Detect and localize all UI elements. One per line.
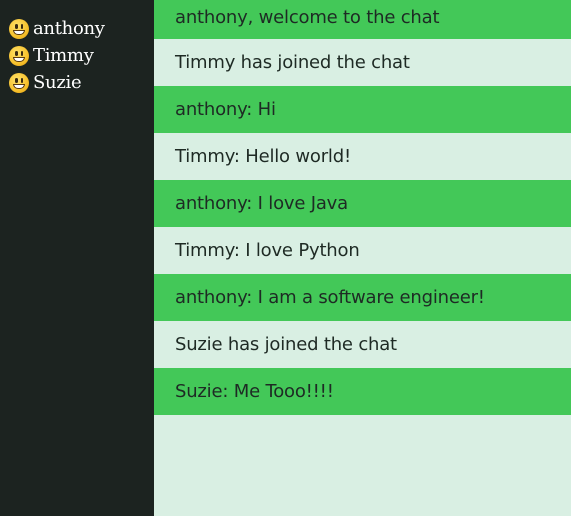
- user-item-timmy[interactable]: Timmy: [9, 42, 154, 69]
- chat-app: anthony Timmy Suzie anthony, welcome to …: [0, 0, 571, 516]
- chat-message: Suzie: Me Tooo!!!!: [154, 368, 571, 415]
- chat-message: anthony: I am a software engineer!: [154, 274, 571, 321]
- chat-message: Suzie has joined the chat: [154, 321, 571, 368]
- user-item-suzie[interactable]: Suzie: [9, 69, 154, 96]
- grinning-face-icon: [9, 45, 29, 66]
- user-name: Suzie: [33, 72, 82, 93]
- user-item-anthony[interactable]: anthony: [9, 15, 154, 42]
- chat-message: anthony: I love Java: [154, 180, 571, 227]
- chat-message: anthony: Hi: [154, 86, 571, 133]
- chat-message-list: anthony, welcome to the chat Timmy has j…: [154, 0, 571, 516]
- user-name: Timmy: [33, 45, 94, 66]
- grinning-face-icon: [9, 18, 29, 39]
- chat-message: anthony, welcome to the chat: [154, 0, 571, 39]
- chat-message: Timmy: Hello world!: [154, 133, 571, 180]
- chat-message: Timmy: I love Python: [154, 227, 571, 274]
- user-name: anthony: [33, 18, 105, 39]
- grinning-face-icon: [9, 72, 29, 93]
- user-list-sidebar: anthony Timmy Suzie: [0, 0, 154, 516]
- chat-message: Timmy has joined the chat: [154, 39, 571, 86]
